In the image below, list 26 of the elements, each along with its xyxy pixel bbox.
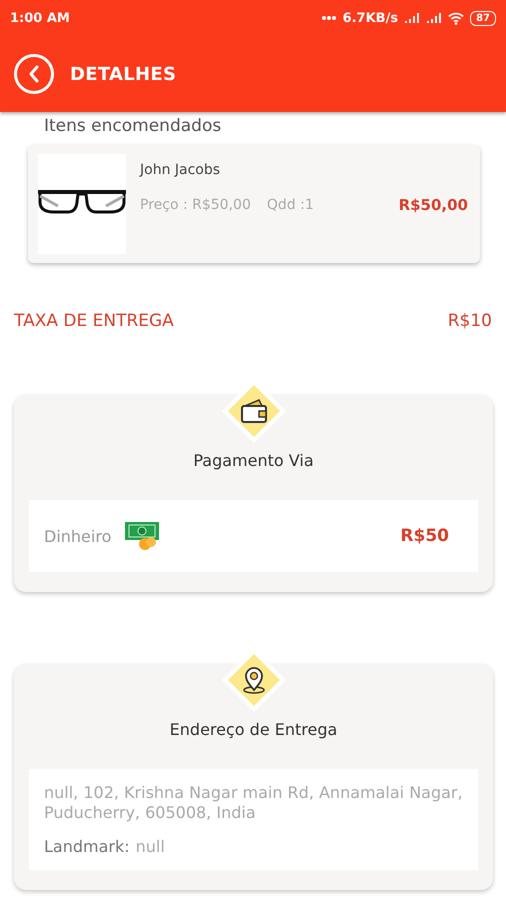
- landmark-value: null: [136, 837, 165, 856]
- landmark-label: Landmark:: [44, 837, 130, 856]
- fee-label: TAXA DE ENTREGA: [14, 311, 174, 331]
- signal-icon: [426, 12, 442, 24]
- product-quantity: Qdd :1: [266, 197, 314, 213]
- section-title: Itens encomendados: [43, 115, 222, 138]
- card-title: Pagamento Via: [192, 451, 315, 470]
- fee-value: R$10: [448, 311, 492, 331]
- battery-level: 87: [470, 10, 496, 26]
- back-button[interactable]: [14, 54, 54, 94]
- network-speed: 6.7KB/s: [342, 10, 398, 26]
- page-title: DETALHES: [70, 64, 176, 84]
- cash-icon: [125, 520, 162, 552]
- card-title: Endereço de Entrega: [168, 720, 338, 739]
- payment-amount: R$50: [400, 526, 449, 546]
- product-price: Preço : R$50,00: [140, 197, 251, 213]
- wallet-icon: [238, 398, 268, 424]
- payment-method: Dinheiro: [44, 526, 112, 546]
- product-name: John Jacobs: [140, 162, 222, 178]
- address-text: null, 102, Krishna Nagar main Rd, Annamalai Nagar, Puducherry, 605008, India: [44, 783, 463, 823]
- signal-icon: [404, 12, 420, 24]
- wifi-icon: [448, 12, 464, 24]
- status-time: 1:00 AM: [10, 10, 70, 26]
- more-dots-icon: [320, 15, 337, 21]
- product-total: R$50,00: [398, 196, 468, 214]
- back-icon: [28, 65, 40, 83]
